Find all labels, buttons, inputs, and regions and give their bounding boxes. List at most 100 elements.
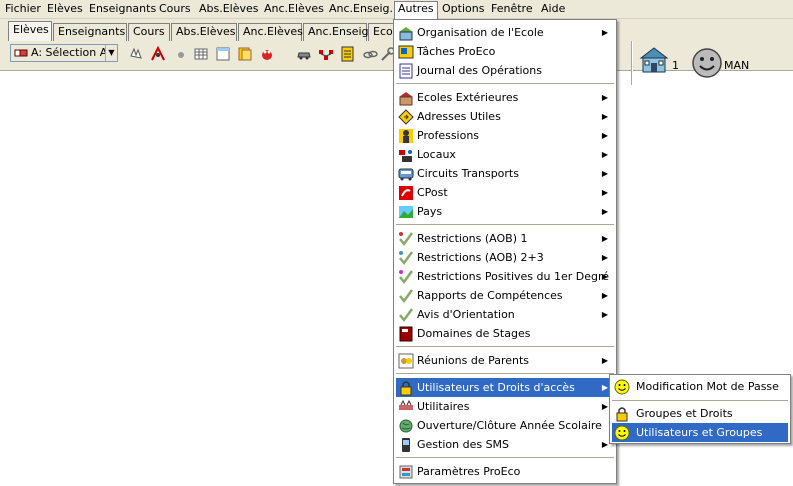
menu-item-professions[interactable]: Professions ▶ xyxy=(396,126,614,145)
menu-item-parametres[interactable]: Paramètres ProEco xyxy=(396,462,614,481)
road-sign-icon xyxy=(398,109,414,125)
menu-autres[interactable]: Autres xyxy=(394,1,438,19)
menu-item-utilisateurs-droits[interactable]: Utilisateurs et Droits d'accès ▶ xyxy=(396,378,614,397)
selection-dropdown[interactable]: A: Sélection A ▼ xyxy=(10,44,118,62)
menu-item-gestion-sms[interactable]: Gestion des SMS ▶ xyxy=(396,435,614,454)
school-building-icon[interactable] xyxy=(638,46,670,74)
tab-anc-enseig[interactable]: Anc.Enseig xyxy=(303,23,369,41)
tab-eleves[interactable]: Elèves xyxy=(8,21,52,41)
menu-item-ouverture-cloture[interactable]: Ouverture/Clôture Année Scolaire xyxy=(396,416,614,435)
menu-item-adresses-utiles[interactable]: Adresses Utiles ▶ xyxy=(396,107,614,126)
menu-enseignants[interactable]: Enseignants xyxy=(86,2,159,18)
submenu-arrow-icon: ▶ xyxy=(601,169,608,178)
menu-item-journal[interactable]: Journal des Opérations xyxy=(396,61,614,80)
tab-abs-eleves[interactable]: Abs.Elèves xyxy=(171,23,237,41)
menu-abs-eleves[interactable]: Abs.Elèves xyxy=(196,2,262,18)
eraser-icon xyxy=(14,47,28,58)
submenu-item-utilisateurs-groupes[interactable]: Utilisateurs et Groupes xyxy=(612,423,788,442)
menu-item-rapports-competences[interactable]: Rapports de Compétences ▶ xyxy=(396,286,614,305)
calendar-icon[interactable] xyxy=(215,46,231,62)
checkmark-icon xyxy=(398,250,414,266)
submenu-arrow-icon: ▶ xyxy=(601,253,608,262)
menu-item-restrictions-1[interactable]: Restrictions (AOB) 1 ▶ xyxy=(396,229,614,248)
submenu-arrow-icon: ▶ xyxy=(601,234,608,243)
submenu-arrow-icon: ▶ xyxy=(601,383,608,392)
menu-options[interactable]: Options xyxy=(439,2,487,18)
user-name: MAN xyxy=(724,59,750,72)
checkmark-icon xyxy=(398,231,414,247)
submenu-arrow-icon: ▶ xyxy=(601,356,608,365)
smiley-icon xyxy=(614,379,630,395)
menu-aide[interactable]: Aide xyxy=(538,2,568,18)
lock-icon xyxy=(398,380,414,396)
submenu-arrow-icon: ▶ xyxy=(601,112,608,121)
submenu-arrow-icon: ▶ xyxy=(601,310,608,319)
submenu-arrow-icon: ▶ xyxy=(601,131,608,140)
submenu-arrow-icon: ▶ xyxy=(601,28,608,37)
menu-item-pays[interactable]: Pays ▶ xyxy=(396,202,614,221)
menu-separator xyxy=(396,373,614,375)
hand-pointer-icon[interactable] xyxy=(128,46,144,62)
journal-icon xyxy=(398,63,414,79)
bus-icon xyxy=(398,166,414,182)
menu-item-restrictions-positives[interactable]: Restrictions Positives du 1er Degré ▶ xyxy=(396,267,614,286)
checkmark-icon xyxy=(398,288,414,304)
menu-fichier[interactable]: Fichier xyxy=(2,2,44,18)
lock-icon xyxy=(614,406,630,422)
submenu-arrow-icon: ▶ xyxy=(601,150,608,159)
menu-item-circuits-transports[interactable]: Circuits Transports ▶ xyxy=(396,164,614,183)
menu-separator xyxy=(396,83,614,85)
checkmark-icon xyxy=(398,269,414,285)
menu-item-taches[interactable]: Tâches ProEco xyxy=(396,42,614,61)
menu-fenetre[interactable]: Fenêtre xyxy=(488,2,536,18)
submenu-arrow-icon: ▶ xyxy=(601,188,608,197)
submenu-item-groupes-droits[interactable]: Groupes et Droits xyxy=(612,404,788,423)
book-icon xyxy=(398,326,414,342)
menu-item-cpost[interactable]: CPost ▶ xyxy=(396,183,614,202)
checkmark-icon xyxy=(398,307,414,323)
smiley-user-icon[interactable] xyxy=(691,47,723,79)
menu-item-restrictions-23[interactable]: Restrictions (AOB) 2+3 ▶ xyxy=(396,248,614,267)
tab-anc-eleves[interactable]: Anc.Elèves xyxy=(238,23,303,41)
worker-icon xyxy=(398,128,414,144)
menu-eleves[interactable]: Elèves xyxy=(44,2,86,18)
menu-anc-eleves[interactable]: Anc.Elèves xyxy=(261,2,327,18)
tab-enseignants[interactable]: Enseignants xyxy=(53,23,127,41)
autres-dropdown-menu: Organisation de l'Ecole ▶ Tâches ProEco J… xyxy=(393,19,617,484)
bug-icon[interactable] xyxy=(259,46,275,62)
menu-item-utilitaires[interactable]: Utilitaires ▶ xyxy=(396,397,614,416)
submenu-arrow-icon: ▶ xyxy=(601,207,608,216)
list-icon[interactable] xyxy=(340,46,356,62)
menu-item-reunions-parents[interactable]: Réunions de Parents ▶ xyxy=(396,351,614,370)
compass-icon[interactable] xyxy=(150,46,166,62)
chevron-down-icon[interactable]: ▼ xyxy=(105,45,117,61)
network-icon[interactable] xyxy=(318,46,334,62)
tasks-icon xyxy=(398,44,414,60)
menu-item-ecoles-exterieures[interactable]: Ecoles Extérieures ▶ xyxy=(396,88,614,107)
menu-item-domaines-stages[interactable]: Domaines de Stages xyxy=(396,324,614,343)
menu-cours[interactable]: Cours xyxy=(156,2,194,18)
post-icon xyxy=(398,185,414,201)
tab-cours[interactable]: Cours xyxy=(128,23,170,41)
car-icon[interactable] xyxy=(296,46,312,62)
menu-item-avis-orientation[interactable]: Avis d'Orientation ▶ xyxy=(396,305,614,324)
submenu-arrow-icon: ▶ xyxy=(601,272,608,281)
submenu-arrow-icon: ▶ xyxy=(601,402,608,411)
menu-item-organisation[interactable]: Organisation de l'Ecole ▶ xyxy=(396,23,614,42)
menu-bar: Fichier Elèves Enseignants Cours Abs.Elè… xyxy=(0,0,793,19)
menu-item-locaux[interactable]: Locaux ▶ xyxy=(396,145,614,164)
utilisateurs-submenu: Modification Mot de Passe Groupes et Dro… xyxy=(609,374,791,444)
dot-icon[interactable] xyxy=(173,46,189,62)
settings-icon xyxy=(398,464,414,480)
phone-icon xyxy=(398,437,414,453)
grid-icon[interactable] xyxy=(193,46,209,62)
link-icon[interactable] xyxy=(362,46,378,62)
notes-icon[interactable] xyxy=(237,46,253,62)
menu-anc-enseig[interactable]: Anc.Enseig. xyxy=(326,2,396,18)
school-icon xyxy=(398,25,414,41)
selection-label: A: Sélection A xyxy=(31,46,108,59)
menu-separator xyxy=(612,400,788,402)
menu-separator xyxy=(396,346,614,348)
submenu-item-modification-mot-de-passe[interactable]: Modification Mot de Passe xyxy=(612,377,788,396)
tools-icon xyxy=(398,399,414,415)
